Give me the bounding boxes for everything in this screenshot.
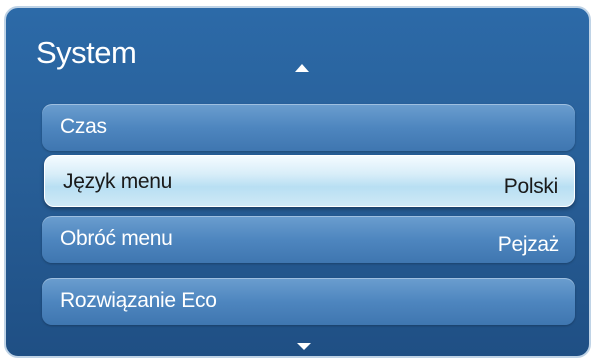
- menu-item-czas[interactable]: Czas: [42, 104, 575, 151]
- scroll-down-icon[interactable]: [297, 343, 311, 350]
- menu-item-jezyk-menu[interactable]: Język menu Polski: [44, 155, 575, 207]
- menu-item-label: Obróć menu: [60, 227, 173, 250]
- menu-item-label: Czas: [60, 115, 107, 138]
- system-menu-panel: System Czas Język menu Polski Obróć menu…: [4, 6, 591, 358]
- menu-item-label: Język menu: [63, 170, 173, 193]
- menu-item-value: Polski: [503, 175, 559, 198]
- menu-item-obroc-menu[interactable]: Obróć menu Pejzaż: [42, 216, 575, 263]
- menu-item-label: Rozwiązanie Eco: [60, 289, 217, 312]
- menu-title: System: [36, 35, 137, 70]
- menu-item-value: Pejzaż: [497, 233, 560, 256]
- menu-item-rozwiazanie-eco[interactable]: Rozwiązanie Eco: [42, 278, 575, 325]
- scroll-up-icon[interactable]: [295, 64, 309, 72]
